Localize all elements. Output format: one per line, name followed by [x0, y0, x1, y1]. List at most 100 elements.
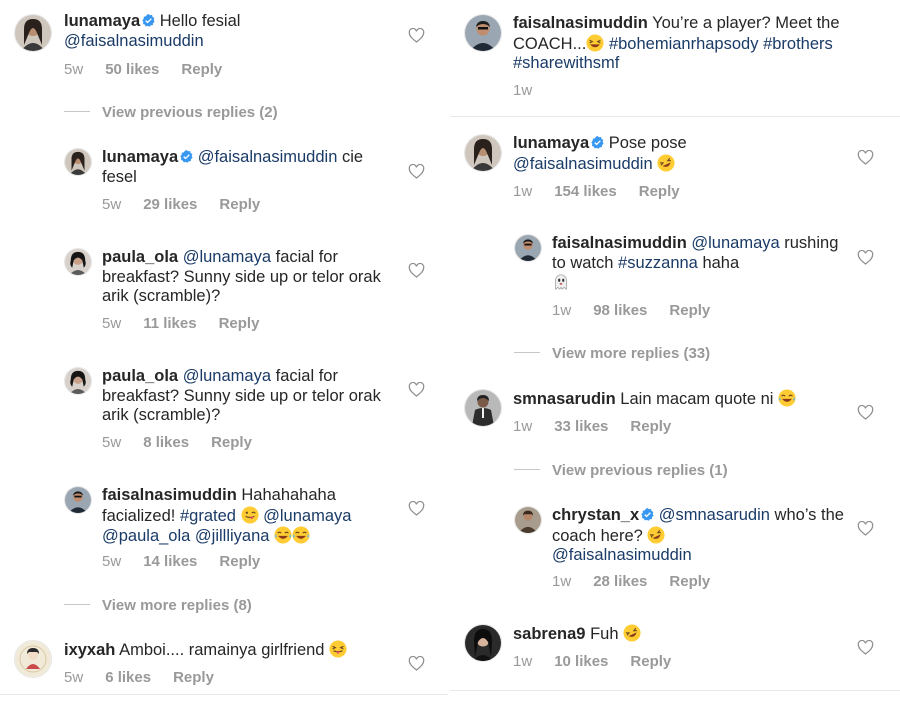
mention-link[interactable]: @faisalnasimuddin	[513, 155, 653, 173]
comment-time: 5w	[102, 434, 122, 451]
hashtag-link[interactable]: #brothers	[763, 35, 833, 53]
likes-count[interactable]: 50 likes	[105, 61, 159, 78]
likes-count[interactable]: 28 likes	[593, 573, 647, 590]
likes-count[interactable]: 10 likes	[554, 653, 608, 670]
likes-count[interactable]: 29 likes	[143, 196, 197, 213]
reply-button[interactable]: Reply	[639, 183, 680, 200]
avatar[interactable]	[64, 148, 92, 176]
reply-button[interactable]: Reply	[211, 434, 252, 451]
comment-time: 5w	[102, 196, 122, 213]
view-replies-button[interactable]: View more replies (8)	[64, 597, 252, 614]
heart-icon[interactable]	[408, 656, 425, 671]
heart-icon[interactable]	[408, 28, 425, 43]
mention-link[interactable]: @faisalnasimuddin	[552, 546, 692, 564]
comment-time: 5w	[102, 553, 122, 570]
likes-count[interactable]: 11 likes	[143, 315, 196, 332]
reply-button[interactable]: Reply	[669, 302, 710, 319]
heart-icon[interactable]	[857, 150, 874, 165]
likes-count[interactable]: 33 likes	[554, 418, 608, 435]
username[interactable]: smnasarudin	[513, 390, 616, 408]
avatar[interactable]	[64, 248, 92, 276]
reply-button[interactable]: Reply	[669, 573, 710, 590]
comment-time: 1w	[552, 302, 572, 319]
mention-link[interactable]: @faisalnasimuddin	[64, 32, 204, 50]
mention-link[interactable]: @lunamaya	[263, 507, 351, 525]
mention-link[interactable]: @jillliyana	[195, 527, 270, 545]
comment-time: 1w	[513, 183, 533, 200]
avatar[interactable]	[14, 640, 52, 678]
heart-icon[interactable]	[408, 382, 425, 397]
verified-badge-icon	[142, 14, 155, 27]
comment-text: Pose pose	[608, 134, 687, 152]
username[interactable]: faisalnasimuddin	[552, 234, 687, 252]
divider	[450, 690, 900, 691]
avatar[interactable]	[464, 389, 502, 427]
heart-icon[interactable]	[857, 405, 874, 420]
hashtag-link[interactable]: #grated	[180, 507, 236, 525]
reply-button[interactable]: Reply	[173, 669, 214, 686]
view-replies-button[interactable]: View previous replies (2)	[64, 104, 278, 121]
heart-icon[interactable]	[857, 250, 874, 265]
reply-button[interactable]: Reply	[630, 653, 671, 670]
heart-icon[interactable]	[857, 521, 874, 536]
username[interactable]: paula_ola	[102, 248, 178, 266]
username[interactable]: lunamaya	[64, 12, 140, 30]
likes-count[interactable]: 8 likes	[143, 434, 189, 451]
avatar[interactable]	[64, 486, 92, 514]
username[interactable]: lunamaya	[513, 134, 589, 152]
username[interactable]: sabrena9	[513, 625, 585, 643]
mention-link[interactable]: @lunamaya	[183, 367, 271, 385]
username[interactable]: paula_ola	[102, 367, 178, 385]
likes-count[interactable]: 154 likes	[554, 183, 617, 200]
rolling-laughing-emoji-icon	[623, 624, 641, 642]
tongue-out-emoji-icon	[329, 640, 347, 658]
comment-text: Fuh	[590, 625, 619, 643]
comment-time: 5w	[64, 669, 84, 686]
mention-link[interactable]: @smnasarudin	[659, 506, 770, 524]
hashtag-link[interactable]: #sharewithsmf	[513, 54, 619, 72]
mention-link[interactable]: @paula_ola	[102, 527, 190, 545]
avatar[interactable]	[64, 367, 92, 395]
heart-icon[interactable]	[408, 501, 425, 516]
view-replies-button[interactable]: View previous replies (1)	[514, 462, 728, 479]
avatar[interactable]	[464, 134, 502, 172]
heart-icon[interactable]	[408, 164, 425, 179]
avatar[interactable]	[464, 14, 502, 52]
reply-button[interactable]: Reply	[219, 196, 260, 213]
mention-link[interactable]: @lunamaya	[183, 248, 271, 266]
reply-button[interactable]: Reply	[630, 418, 671, 435]
username[interactable]: faisalnasimuddin	[513, 14, 648, 32]
grinning-squint-emoji-icon	[586, 34, 604, 52]
username[interactable]: chrystan_x	[552, 506, 639, 524]
heart-icon[interactable]	[408, 263, 425, 278]
avatar[interactable]	[514, 506, 542, 534]
avatar[interactable]	[14, 14, 52, 52]
verified-badge-icon	[591, 136, 604, 149]
verified-badge-icon	[641, 508, 654, 521]
reply-button[interactable]: Reply	[181, 61, 222, 78]
likes-count[interactable]: 14 likes	[143, 553, 197, 570]
tears-of-joy-emoji-icon	[274, 526, 292, 544]
username[interactable]: ixyxah	[64, 641, 115, 659]
reply-button[interactable]: Reply	[219, 315, 260, 332]
ghost-emoji-icon	[552, 273, 570, 291]
heart-icon[interactable]	[857, 640, 874, 655]
rolling-laughing-emoji-icon	[657, 154, 675, 172]
username[interactable]: faisalnasimuddin	[102, 486, 237, 504]
avatar[interactable]	[464, 624, 502, 662]
avatar[interactable]	[514, 234, 542, 262]
comment-text: Lain macam quote ni	[620, 390, 774, 408]
hashtag-link[interactable]: #suzzanna	[618, 254, 698, 272]
mention-link[interactable]: @lunamaya	[691, 234, 779, 252]
hashtag-link[interactable]: #bohemianrhapsody	[609, 35, 759, 53]
likes-count[interactable]: 6 likes	[105, 669, 151, 686]
comment-time: 1w	[513, 82, 533, 99]
likes-count[interactable]: 98 likes	[593, 302, 647, 319]
thread-line	[64, 604, 90, 605]
mention-link[interactable]: @faisalnasimuddin	[198, 148, 338, 166]
view-replies-button[interactable]: View more replies (33)	[514, 345, 710, 362]
verified-badge-icon	[180, 150, 193, 163]
thread-line	[64, 111, 90, 112]
username[interactable]: lunamaya	[102, 148, 178, 166]
reply-button[interactable]: Reply	[219, 553, 260, 570]
